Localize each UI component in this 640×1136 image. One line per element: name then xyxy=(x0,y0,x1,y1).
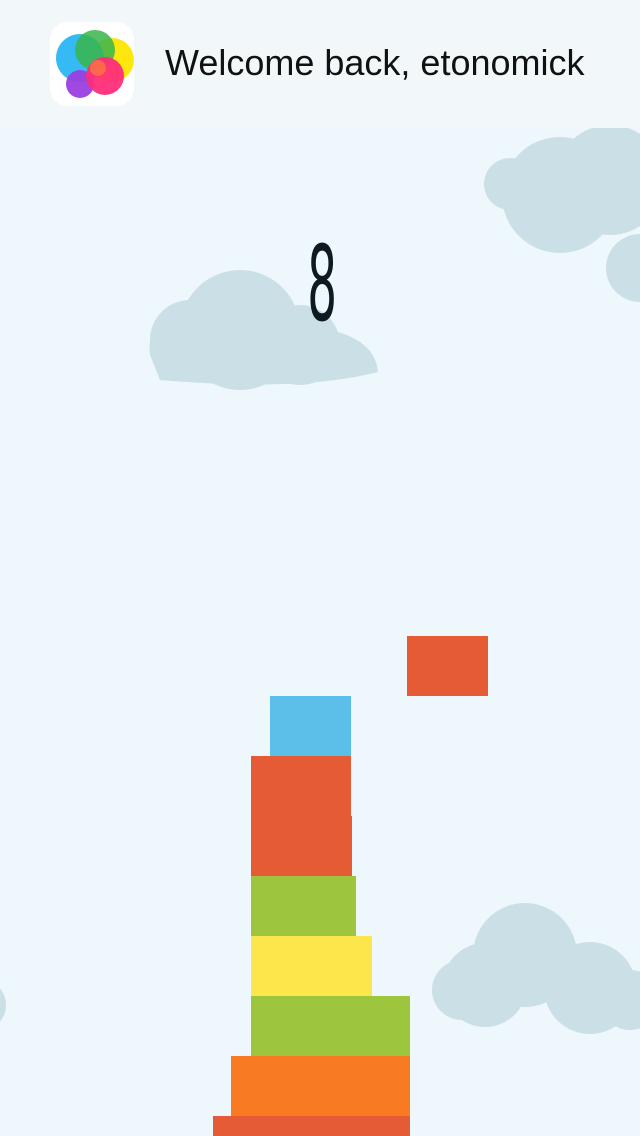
stack-block xyxy=(251,876,356,936)
game-center-icon xyxy=(50,22,134,106)
cloud-left xyxy=(149,270,378,390)
moving-block xyxy=(407,636,488,696)
stack-block xyxy=(270,696,351,756)
cloud-edge-left xyxy=(0,988,6,1022)
stack-block xyxy=(251,936,372,996)
stack-block xyxy=(251,756,351,816)
stack-block xyxy=(251,996,410,1056)
stack-block xyxy=(231,1056,410,1116)
stack-block xyxy=(213,1116,410,1136)
cloud-bottom-right xyxy=(432,903,640,1034)
stack-block xyxy=(251,816,352,876)
game-scene[interactable] xyxy=(0,0,640,1136)
cloud-top-right xyxy=(484,125,640,302)
score-counter: 8 xyxy=(307,223,338,345)
welcome-text: Welcome back, etonomick xyxy=(165,42,585,83)
welcome-banner[interactable]: Welcome back, etonomick xyxy=(0,0,640,128)
tower-stack xyxy=(213,696,410,1136)
